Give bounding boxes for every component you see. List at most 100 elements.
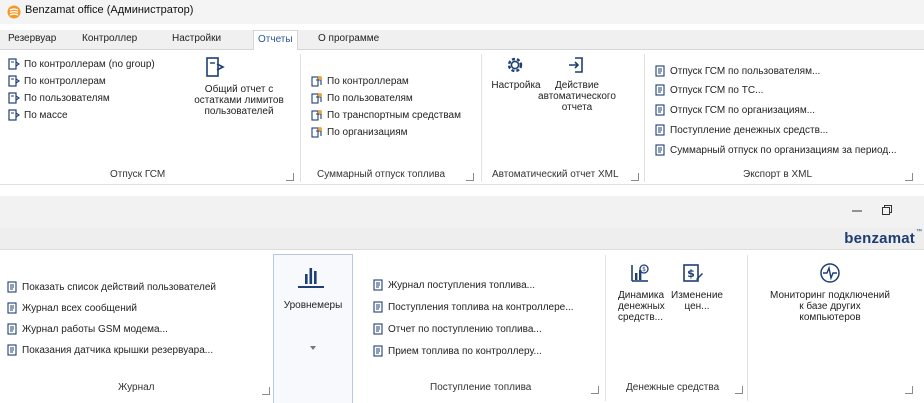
summary-by-vehicles-label: По транспортным средствам [327, 109, 461, 121]
svg-text:$: $ [687, 267, 695, 280]
fuel-income-on-controller-button[interactable]: Поступления топлива на контроллере... [372, 301, 574, 313]
export-fuel-by-users-button[interactable]: Отпуск ГСМ по пользователям... [654, 65, 820, 77]
tab-settings[interactable]: Настройки [172, 33, 221, 44]
fuel-income-report-button[interactable]: Отчет по поступлению топлива... [372, 323, 542, 335]
summary-by-controllers-button[interactable]: По контроллерам [311, 75, 409, 87]
summary-by-vehicles-button[interactable]: По транспортным средствам [311, 109, 461, 121]
xml-action-button[interactable] [567, 56, 585, 74]
fuel-by-users-label: По пользователям [24, 92, 110, 104]
menu-bar: Резервуар Контроллер Настройки Отчеты О … [0, 30, 924, 51]
fuel-by-controllers-nogroup-button[interactable]: По контроллерам (no group) [8, 58, 155, 70]
level-gauges-label: Уровнемеры [283, 300, 343, 311]
group-auto-xml-label: Автоматический отчет XML [492, 169, 619, 180]
summary-limits-report-label: Общий отчет с остатками лимитов пользова… [194, 84, 284, 117]
report-doc-icon [373, 345, 383, 357]
tab-reservoir[interactable]: Резервуар [8, 33, 56, 44]
group-fuel-release-label: Отпуск ГСМ [110, 169, 166, 180]
money-chart-icon: $ [631, 264, 649, 282]
group-fuel-income-label: Поступление топлива [430, 382, 532, 393]
group-launcher-summary-fuel[interactable] [466, 173, 474, 181]
group-launcher-journal[interactable] [262, 387, 270, 395]
report-doc-icon [655, 104, 665, 116]
minimize-icon[interactable] [851, 204, 863, 216]
fuel-by-users-button[interactable]: По пользователям [8, 92, 110, 104]
export-fuel-by-vehicle-button[interactable]: Отпуск ГСМ по ТС... [654, 84, 763, 96]
window-caption-area [0, 196, 924, 228]
window-title: Benzamat office (Администратор) [25, 4, 194, 16]
summary-fuel-icon [311, 127, 322, 138]
group-summary-fuel-label: Суммарный отпуск топлива [317, 169, 446, 180]
report-doc-icon [373, 279, 383, 291]
export-fuel-by-users-label: Отпуск ГСМ по пользователям... [670, 65, 821, 77]
fuel-report-icon [8, 109, 20, 121]
fuel-by-controllers-label: По контроллерам [24, 75, 106, 87]
dropdown-arrow-icon [310, 346, 316, 350]
summary-by-users-label: По пользователям [327, 92, 413, 104]
window-gap [0, 186, 924, 196]
fuel-report-icon [8, 75, 20, 87]
fuel-report-icon [8, 58, 20, 70]
summary-by-users-button[interactable]: По пользователям [311, 92, 413, 104]
bar-chart-icon [305, 268, 317, 284]
pulse-monitor-icon [820, 263, 840, 283]
gsm-modem-log-button[interactable]: Журнал работы GSM модема... [6, 323, 168, 335]
summary-fuel-icon [311, 93, 322, 104]
user-actions-list-button[interactable]: Показать список действий пользователей [6, 281, 216, 293]
tab-controller[interactable]: Контроллер [82, 33, 137, 44]
user-actions-list-label: Показать список действий пользователей [22, 281, 216, 293]
connections-monitor-button[interactable] [819, 262, 841, 284]
tab-reports[interactable]: Отчеты [253, 30, 298, 51]
group-divider [481, 54, 482, 182]
export-money-income-button[interactable]: Поступление денежных средств... [654, 124, 828, 136]
group-launcher-export-xml[interactable] [905, 173, 913, 181]
fuel-report-large-icon [206, 57, 225, 77]
fuel-by-mass-button[interactable]: По массе [8, 109, 68, 121]
brand-logo: benzamat [844, 230, 915, 247]
fuel-receipt-by-controller-label: Прием топлива по контроллеру... [388, 345, 542, 357]
group-export-xml-label: Экспорт в XML [743, 169, 813, 180]
price-change-label: Изменение цен... [671, 290, 723, 312]
fuel-by-controllers-nogroup-label: По контроллерам (no group) [24, 58, 155, 70]
connections-monitor-label: Мониторинг подключений к базе других ком… [770, 290, 890, 323]
price-change-icon: $ [683, 264, 703, 282]
report-doc-icon [7, 302, 17, 314]
export-fuel-by-orgs-label: Отпуск ГСМ по организациям... [670, 104, 816, 116]
summary-limits-report-button[interactable] [204, 56, 226, 78]
fuel-receipt-by-controller-button[interactable]: Прием топлива по контроллеру... [372, 345, 542, 357]
fuel-by-controllers-button[interactable]: По контроллерам [8, 75, 106, 87]
price-change-button[interactable]: $ [682, 262, 704, 284]
group-launcher-auto-xml[interactable] [631, 173, 639, 181]
all-messages-log-button[interactable]: Журнал всех сообщений [6, 302, 137, 314]
brand-bar [0, 228, 924, 250]
svg-text:$: $ [642, 266, 646, 273]
xml-action-label: Действие автоматического отчета [538, 80, 616, 113]
money-dynamics-button[interactable]: $ [629, 262, 651, 284]
summary-by-organizations-label: По организациям [327, 126, 408, 138]
export-fuel-by-orgs-button[interactable]: Отпуск ГСМ по организациям... [654, 104, 815, 116]
group-launcher-fuel-income[interactable] [591, 386, 599, 394]
report-doc-icon [373, 323, 383, 335]
xml-settings-button[interactable] [506, 56, 524, 74]
summary-fuel-icon [311, 110, 322, 121]
report-doc-icon [655, 144, 665, 156]
group-launcher-money[interactable] [735, 386, 743, 394]
summary-by-organizations-button[interactable]: По организациям [311, 126, 408, 138]
fuel-by-mass-label: По массе [24, 109, 68, 121]
gsm-modem-log-label: Журнал работы GSM модема... [22, 323, 168, 335]
fuel-income-log-button[interactable]: Журнал поступления топлива... [372, 279, 535, 291]
export-summary-orgs-period-button[interactable]: Суммарный отпуск по организациям за пери… [654, 144, 897, 156]
group-launcher-monitoring[interactable] [905, 386, 913, 394]
group-launcher-fuel-release[interactable] [286, 173, 294, 181]
report-doc-icon [655, 124, 665, 136]
tab-about[interactable]: О программе [318, 33, 379, 44]
ribbon-reports: По контроллерам (no group) По контроллер… [0, 50, 924, 185]
restore-icon[interactable] [881, 204, 893, 216]
group-money-label: Денежные средства [626, 382, 720, 393]
export-fuel-by-vehicle-label: Отпуск ГСМ по ТС... [670, 84, 764, 96]
money-dynamics-label: Динамика денежных средств... [618, 290, 665, 323]
fuel-income-on-controller-label: Поступления топлива на контроллере... [388, 301, 574, 313]
group-divider [644, 54, 645, 182]
report-doc-icon [655, 65, 665, 77]
group-divider [747, 255, 748, 401]
tank-lid-sensor-button[interactable]: Показания датчика крышки резервуара... [6, 344, 213, 356]
